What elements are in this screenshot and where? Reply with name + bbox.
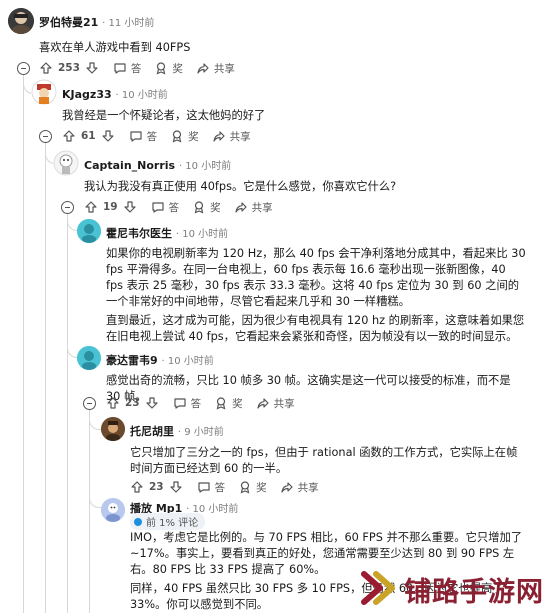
username[interactable]: 罗伯特曼21 [39, 16, 98, 29]
thread-line [45, 142, 46, 613]
share-icon [213, 131, 225, 142]
vote-count: 61 [81, 130, 96, 142]
timestamp: · 9 小时前 [177, 427, 224, 438]
award-icon [172, 130, 182, 143]
upvote-icon[interactable] [39, 61, 53, 75]
username[interactable]: KJagz33 [62, 88, 112, 101]
reply-button[interactable]: 答 [151, 200, 179, 215]
avatar[interactable] [101, 498, 125, 522]
share-icon [197, 63, 209, 74]
avatar[interactable] [8, 8, 34, 34]
vote-group: 253 [39, 61, 99, 75]
avatar[interactable] [77, 219, 101, 243]
watermark: 铺路手游网 [356, 568, 544, 610]
comment-actions: 61 答 奖 共享 [62, 127, 264, 145]
avatar[interactable] [31, 79, 57, 105]
comment-body: 我认为我没有真正使用 40fps。它是什么感觉，你喜欢它什么? [84, 180, 397, 193]
downvote-icon[interactable] [85, 61, 99, 75]
upvote-icon[interactable] [84, 200, 98, 214]
upvote-icon[interactable] [106, 396, 120, 410]
award-button[interactable]: 奖 [214, 396, 243, 411]
comment-author[interactable]: KJagz33 · 10 小时前 [62, 86, 168, 101]
comment-bubble-icon [174, 398, 186, 409]
comment-author[interactable]: 霍尼韦尔医生 · 10 小时前 [106, 225, 228, 241]
username[interactable]: 豪达雷韦9 [106, 354, 158, 367]
reply-button[interactable]: 答 [197, 480, 225, 495]
award-icon [216, 397, 226, 410]
comment-bubble-icon [198, 482, 210, 493]
user-flair: 前 1% 评论 [130, 513, 206, 530]
award-button[interactable]: 奖 [170, 129, 199, 144]
timestamp: · 10 小时前 [175, 229, 229, 240]
reply-button[interactable]: 答 [129, 129, 157, 144]
award-button[interactable]: 奖 [192, 200, 221, 215]
share-icon [235, 202, 247, 213]
collapse-thread-button[interactable] [61, 201, 74, 214]
comment-author[interactable]: 托尼胡里 · 9 小时前 [130, 423, 224, 439]
comment-body: 我曾经是一个怀疑论者，这太他妈的好了 [62, 109, 266, 122]
downvote-icon[interactable] [145, 396, 159, 410]
comment-bubble-icon [130, 131, 142, 142]
comment-author[interactable]: Captain_Norris · 10 小时前 [84, 157, 231, 172]
timestamp: · 10 小时前 [161, 356, 214, 367]
award-button[interactable]: 奖 [154, 61, 183, 76]
collapse-thread-button[interactable] [39, 130, 52, 143]
award-button[interactable]: 奖 [238, 480, 267, 495]
comment-actions: 19 答 奖 共享 [84, 198, 286, 216]
downvote-icon[interactable] [123, 200, 137, 214]
comment-bubble-icon [114, 63, 126, 74]
reply-button[interactable]: 答 [173, 396, 201, 411]
vote-group: 23 [106, 396, 159, 410]
downvote-icon[interactable] [169, 480, 183, 494]
vote-count: 253 [58, 62, 80, 74]
comment-body: 喜欢在单人游戏中看到 40FPS [39, 41, 191, 54]
username[interactable]: Captain_Norris [84, 159, 175, 172]
comment-actions: 23 答 奖 共享 [106, 394, 308, 412]
comment-author[interactable]: 罗伯特曼21 · 11 小时前 [39, 14, 154, 30]
avatar[interactable] [53, 150, 79, 176]
share-button[interactable]: 共享 [212, 129, 251, 144]
timestamp: · 10 小时前 [115, 90, 168, 101]
thread-line [23, 74, 24, 613]
vote-count: 23 [149, 481, 164, 493]
vote-group: 19 [84, 200, 137, 214]
award-icon [194, 201, 204, 214]
award-icon [240, 481, 250, 494]
share-button[interactable]: 共享 [234, 200, 273, 215]
comment-author[interactable]: 豪达雷韦9 · 10 小时前 [106, 352, 214, 368]
comment-actions: 253 答 奖 共享 [39, 59, 248, 77]
comment-bubble-icon [152, 202, 164, 213]
share-icon [281, 482, 293, 493]
downvote-icon[interactable] [101, 129, 115, 143]
share-button[interactable]: 共享 [256, 396, 295, 411]
timestamp: · 10 小时前 [178, 161, 232, 172]
award-icon [157, 62, 166, 75]
vote-count: 23 [125, 397, 140, 409]
timestamp: · 11 小时前 [102, 18, 155, 29]
comment-body: 直到最近，这才成为可能，因为很少有电视具有 120 hz 的刷新率，这意味着如果… [106, 314, 525, 343]
collapse-thread-button[interactable] [17, 62, 30, 75]
share-button[interactable]: 共享 [280, 480, 319, 495]
collapse-thread-button[interactable] [83, 397, 96, 410]
username[interactable]: 霍尼韦尔医生 [106, 227, 172, 240]
vote-group: 23 [130, 480, 183, 494]
upvote-icon[interactable] [62, 129, 76, 143]
reply-button[interactable]: 答 [113, 61, 141, 76]
vote-group: 61 [62, 129, 115, 143]
avatar[interactable] [101, 417, 125, 441]
username[interactable]: 托尼胡里 [130, 425, 174, 438]
watermark-text: 铺路手游网 [404, 576, 544, 608]
share-button[interactable]: 共享 [196, 61, 235, 76]
watermark-logo-icon [361, 571, 395, 605]
comment-body: 如果你的电视刷新率为 120 Hz，那么 40 fps 会干净利落地分成其中，看… [106, 247, 526, 308]
flair-label: 前 1% 评论 [146, 518, 199, 529]
vote-count: 19 [103, 201, 118, 213]
comment-actions: 23 答 奖 共享 [130, 478, 332, 496]
comment-body: 它只增加了三分之一的 fps，但由于 rational 函数的工作方式，它实际上… [130, 446, 518, 475]
upvote-icon[interactable] [130, 480, 144, 494]
flair-badge-icon [134, 517, 142, 526]
share-icon [257, 398, 269, 409]
avatar[interactable] [77, 346, 101, 370]
